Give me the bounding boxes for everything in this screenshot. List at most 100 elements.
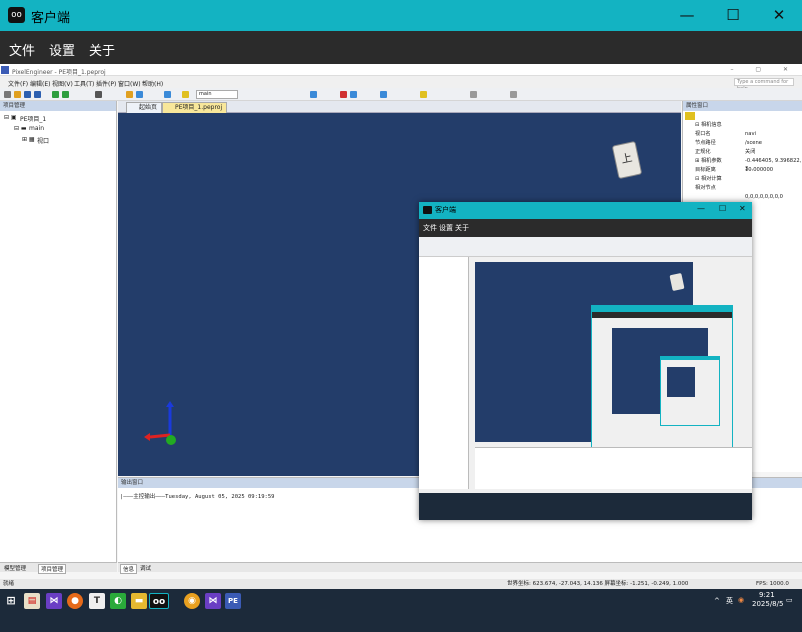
firefox-icon[interactable]: ● bbox=[67, 593, 83, 609]
light-icon[interactable] bbox=[182, 91, 189, 98]
left-panel-tabs: 模型管理 项目管理 bbox=[0, 562, 117, 574]
tray-chevron-icon[interactable]: ^ bbox=[714, 597, 720, 605]
pe-menu-edit[interactable]: 编辑(E) bbox=[30, 79, 50, 88]
nested-title-bar: 客户端 — ☐ ✕ bbox=[419, 202, 752, 219]
maximize-button[interactable]: ☐ bbox=[710, 0, 756, 31]
wechat-icon[interactable]: ◐ bbox=[110, 593, 126, 609]
tab-debug[interactable]: 调试 bbox=[138, 564, 153, 572]
menu-file[interactable]: 文件 bbox=[9, 40, 35, 59]
record-icon[interactable] bbox=[340, 91, 347, 98]
pe-menu-plugins[interactable]: 插件(P) bbox=[96, 79, 116, 88]
tray-ime-icon[interactable]: ◉ bbox=[738, 596, 744, 604]
nested-minimize-icon: — bbox=[697, 204, 705, 213]
move-icon[interactable] bbox=[136, 91, 143, 98]
file-icon[interactable]: ▤ bbox=[24, 593, 40, 609]
window-title: 客户端 bbox=[31, 11, 71, 26]
nested-project-panel bbox=[419, 257, 469, 489]
output-tabs: 信息 调试 bbox=[118, 562, 802, 574]
tab-project-manager[interactable]: 项目管理 bbox=[38, 564, 67, 574]
property-row[interactable]: 相对节点 bbox=[683, 184, 802, 192]
settings-icon[interactable] bbox=[95, 91, 102, 98]
window-icon[interactable] bbox=[510, 91, 517, 98]
nested-menu-about: 关于 bbox=[455, 224, 469, 232]
pe-menu-window[interactable]: 窗口(W) bbox=[118, 79, 141, 88]
new-icon[interactable] bbox=[4, 91, 11, 98]
layout-icon[interactable] bbox=[470, 91, 477, 98]
close-button[interactable]: ✕ bbox=[756, 0, 802, 31]
nested-menu-bar: 文件 设置 关于 bbox=[419, 219, 752, 237]
command-input[interactable]: Type a command for help bbox=[734, 78, 794, 92]
view-cube[interactable]: 上 bbox=[611, 140, 643, 180]
nested-pe-toolbar bbox=[419, 237, 752, 257]
play-icon[interactable] bbox=[310, 91, 317, 98]
pe-menu-view[interactable]: 视图(V) bbox=[52, 79, 73, 88]
nested-menu-file: 文件 bbox=[423, 224, 437, 232]
pe-title-bar: PixelEngineer - PE项目_1.peproj – ▢ ✕ bbox=[0, 64, 802, 76]
property-row[interactable]: 正规化 关闭 bbox=[683, 148, 802, 156]
tray-lang[interactable]: 英 bbox=[726, 596, 733, 606]
save-icon[interactable] bbox=[24, 91, 31, 98]
tray-time[interactable]: 9:21 bbox=[759, 591, 775, 599]
project-panel: 项目管理 ⊟ ▣ PE项目_1 ⊟ ▬ main ⊞ ▦ 视口 模型管理 项目管… bbox=[0, 101, 117, 574]
chrome-icon[interactable]: ◉ bbox=[184, 593, 200, 609]
nested-client-screenshot: 客户端 — ☐ ✕ 文件 设置 关于 bbox=[419, 202, 752, 520]
start-icon[interactable]: ⊞ bbox=[4, 593, 18, 609]
run-icon[interactable] bbox=[52, 91, 59, 98]
property-row[interactable]: 视口名 navi bbox=[683, 130, 802, 138]
select-icon[interactable] bbox=[126, 91, 133, 98]
tab-start-page[interactable]: 起始页 bbox=[126, 102, 163, 113]
tree-item-project[interactable]: PE项目_1 bbox=[20, 114, 46, 123]
pe-toolbar: main bbox=[0, 88, 802, 101]
rotate-icon[interactable] bbox=[164, 91, 171, 98]
tab-info[interactable]: 信息 bbox=[120, 564, 138, 574]
sort-icon[interactable] bbox=[685, 112, 695, 120]
menu-about[interactable]: 关于 bbox=[89, 40, 115, 59]
nested-menu-settings: 设置 bbox=[439, 224, 453, 232]
property-row[interactable]: 目标距离 10.000000 bbox=[683, 166, 802, 174]
status-fps: FPS: 1000.0 bbox=[756, 581, 789, 587]
output-log-line: |———主控输出———Tuesday, August 05, 2025 09:1… bbox=[120, 494, 275, 500]
open-icon[interactable] bbox=[14, 91, 21, 98]
property-row[interactable]: 0,0,0,0,0,0,0,0 bbox=[683, 193, 802, 201]
debug-icon[interactable] bbox=[62, 91, 69, 98]
tree-root-icon[interactable]: ⊟ ▣ bbox=[4, 114, 17, 121]
tree-viewport-icon[interactable]: ⊞ ▦ bbox=[22, 136, 35, 143]
pe-window-buttons[interactable]: – ▢ ✕ bbox=[730, 66, 798, 73]
pe-icon[interactable]: PE bbox=[225, 593, 241, 609]
minimize-button[interactable]: — bbox=[664, 0, 710, 31]
property-row[interactable]: ⊟ 相机信息 bbox=[683, 121, 802, 129]
save-all-icon[interactable] bbox=[34, 91, 41, 98]
pe-status-bar: 就绪 世界坐标: 623.674, -27.043, 14.136 屏幕坐标: … bbox=[0, 579, 802, 589]
pe-menu-tools[interactable]: 工具(T) bbox=[74, 79, 94, 88]
property-row[interactable]: 节点路径/scene bbox=[683, 139, 802, 147]
notification-icon[interactable]: ▭ bbox=[786, 596, 793, 604]
tree-folder-icon[interactable]: ⊟ ▬ bbox=[14, 125, 27, 132]
grid-icon[interactable] bbox=[420, 91, 427, 98]
property-row[interactable]: ⊞ 相机参数 -0.446405, 9.396822, 3... bbox=[683, 157, 802, 172]
pe-menu-bar: 文件(F) 编辑(E) 视图(V) 工具(T) 插件(P) 窗口(W) 帮助(H… bbox=[0, 76, 802, 92]
pe-title: PixelEngineer - PE项目_1.peproj bbox=[12, 69, 106, 76]
nested-inner-screenshot bbox=[591, 305, 733, 455]
title-bar[interactable]: oo 客户端 — ☐ ✕ bbox=[0, 0, 802, 31]
scene-select[interactable]: main bbox=[196, 90, 238, 99]
tab-project-file[interactable]: PE项目_1.peproj bbox=[162, 102, 228, 113]
refresh-icon[interactable] bbox=[380, 91, 387, 98]
nested-inner-inner-screenshot bbox=[660, 356, 720, 426]
vs2-icon[interactable]: ⋈ bbox=[205, 593, 221, 609]
nested-app-logo-icon bbox=[423, 206, 432, 214]
tree-item-main[interactable]: main bbox=[29, 125, 44, 132]
client-icon[interactable]: oo bbox=[149, 593, 169, 609]
tray-date[interactable]: 2025/8/5 bbox=[752, 600, 783, 608]
tree-item-viewport[interactable]: 视口 bbox=[37, 136, 49, 145]
nested-maximize-icon: ☐ bbox=[719, 204, 727, 213]
menu-settings[interactable]: 设置 bbox=[49, 40, 75, 59]
step-icon[interactable] bbox=[350, 91, 357, 98]
pe-menu-help[interactable]: 帮助(H) bbox=[142, 79, 163, 88]
tab-model-manager[interactable]: 模型管理 bbox=[2, 564, 28, 572]
explorer-icon[interactable]: ▬ bbox=[131, 593, 147, 609]
pe-menu-file[interactable]: 文件(F) bbox=[8, 79, 28, 88]
vs-icon[interactable]: ⋈ bbox=[46, 593, 62, 609]
menu-bar: 文件 设置 关于 bbox=[0, 31, 802, 64]
property-row[interactable]: ⊟ 相对计算 bbox=[683, 175, 802, 183]
typora-icon[interactable]: T bbox=[89, 593, 105, 609]
